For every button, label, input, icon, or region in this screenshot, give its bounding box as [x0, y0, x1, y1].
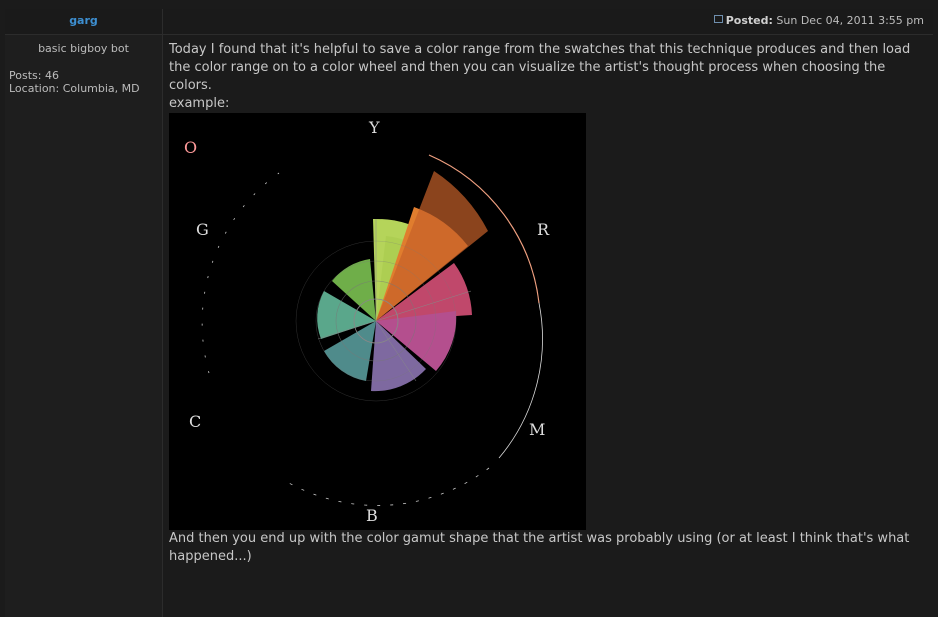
- post-timestamp: Posted: Sun Dec 04, 2011 3:55 pm: [713, 14, 924, 27]
- posted-date: Sun Dec 04, 2011 3:55 pm: [776, 14, 924, 27]
- author-stats: Posts: 46 Location: Columbia, MD: [9, 69, 162, 95]
- wheel-label-o: O: [184, 138, 197, 157]
- post-paragraph-1: Today I found that it's helpful to save …: [169, 42, 911, 93]
- post-link-icon[interactable]: [713, 15, 723, 23]
- wheel-label-g: G: [196, 220, 209, 239]
- post-body: Posted: Sun Dec 04, 2011 3:55 pm Today I…: [163, 9, 933, 617]
- author-location: Location: Columbia, MD: [9, 82, 140, 95]
- author-posts: Posts: 46: [9, 69, 59, 82]
- wheel-label-y: Y: [368, 118, 380, 137]
- wheel-label-b: B: [366, 506, 378, 525]
- post-header: Posted: Sun Dec 04, 2011 3:55 pm: [163, 9, 933, 35]
- author-panel: garg basic bigboy bot Posts: 46 Location…: [5, 9, 163, 617]
- posted-label: Posted:: [725, 14, 773, 27]
- author-rank: basic bigboy bot: [38, 42, 129, 55]
- author-header: garg: [5, 9, 162, 35]
- wheel-label-c: C: [189, 412, 201, 431]
- forum-post: garg basic bigboy bot Posts: 46 Location…: [0, 0, 938, 617]
- color-wheel-image: Y R M B C G O: [169, 113, 586, 530]
- wheel-label-m: M: [529, 420, 545, 439]
- post-content: Today I found that it's helpful to save …: [163, 35, 919, 566]
- author-name-link[interactable]: garg: [69, 14, 98, 27]
- example-label: example:: [169, 96, 230, 111]
- post-paragraph-2: And then you end up with the color gamut…: [169, 531, 910, 564]
- wheel-label-r: R: [537, 220, 550, 239]
